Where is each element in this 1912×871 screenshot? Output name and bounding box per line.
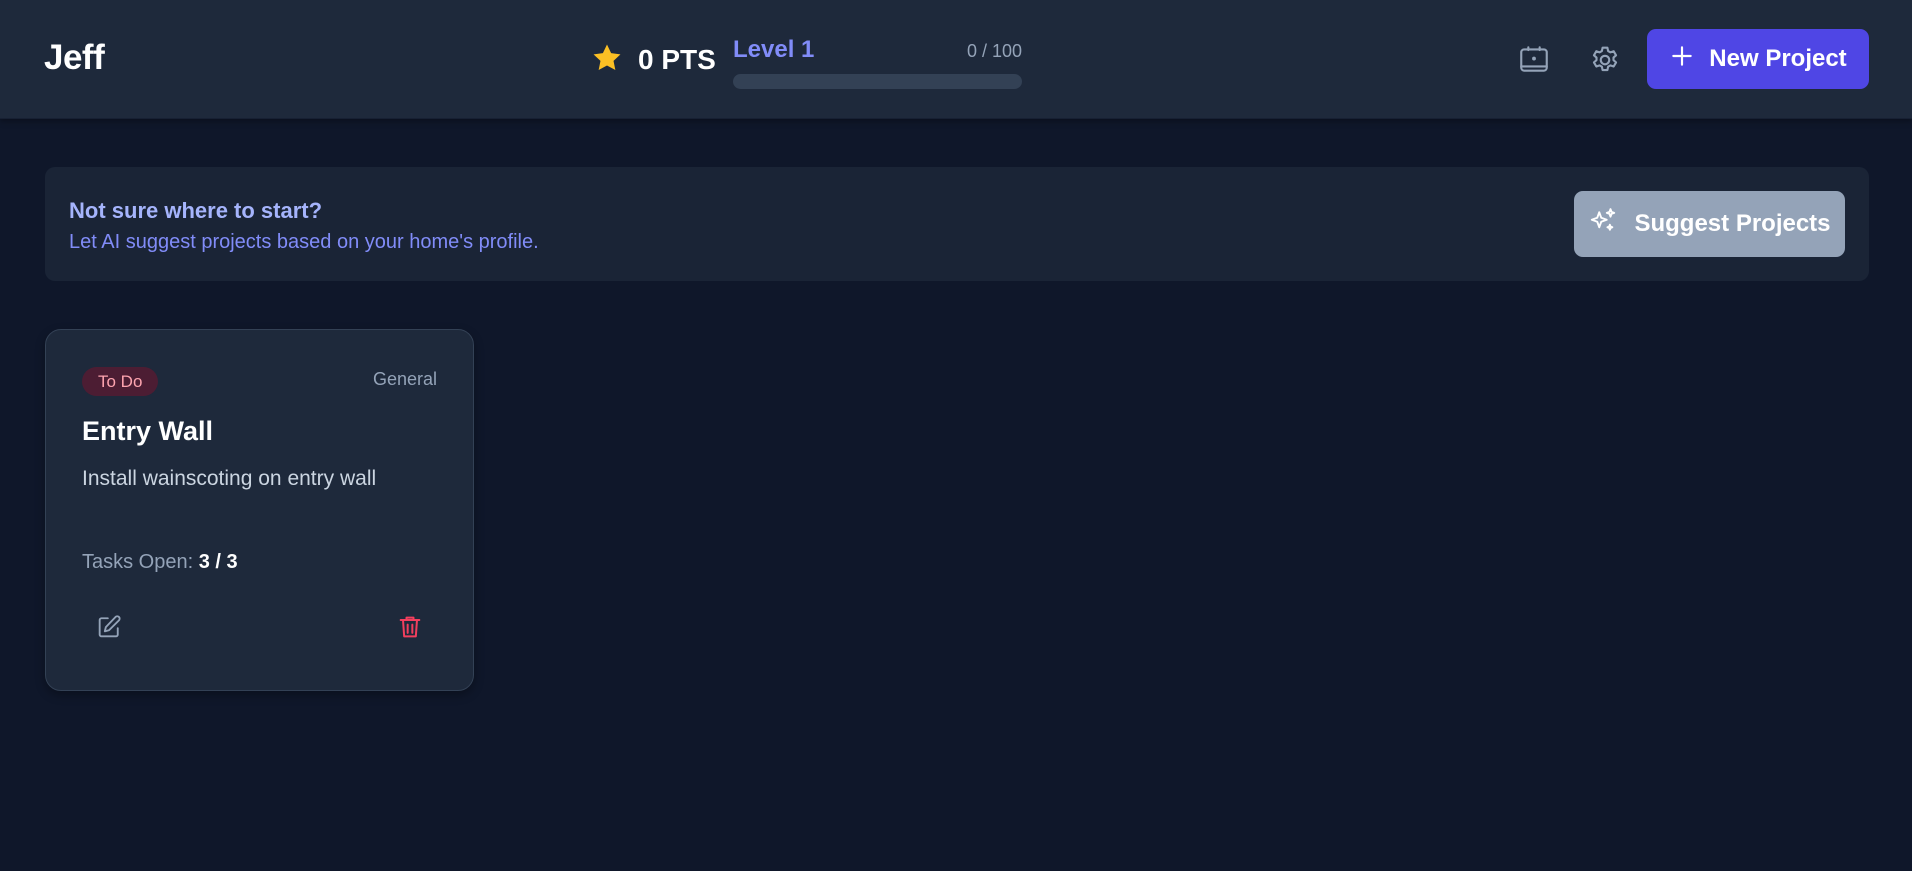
- suggest-projects-label: Suggest Projects: [1634, 210, 1831, 237]
- sparkles-icon: [1588, 206, 1618, 243]
- delete-project-button[interactable]: [388, 607, 432, 651]
- suggest-title: Not sure where to start?: [69, 198, 323, 223]
- tablet-icon: [1517, 43, 1551, 82]
- edit-project-button[interactable]: [87, 607, 131, 651]
- new-project-button[interactable]: New Project: [1647, 29, 1869, 89]
- suggest-projects-button[interactable]: Suggest Projects: [1574, 191, 1845, 257]
- plus-icon: [1669, 43, 1695, 76]
- project-card[interactable]: To Do General Entry Wall Install wainsco…: [45, 329, 474, 691]
- level-progress: Level 1 0 / 100: [733, 36, 1022, 89]
- tasks-count: 3 / 3: [198, 551, 238, 573]
- star-icon: [590, 41, 624, 80]
- level-progress-text: 0 / 100: [966, 41, 1022, 61]
- points-display: 0 PTS: [590, 40, 716, 80]
- device-button[interactable]: [1512, 40, 1556, 84]
- tasks-open: Tasks Open: 3 / 3: [82, 551, 238, 574]
- gear-icon: [1588, 43, 1622, 82]
- project-description: Install wainscoting on entry wall: [82, 467, 377, 490]
- trash-icon: [396, 613, 424, 646]
- level-progress-bar: [733, 74, 1022, 89]
- suggest-projects-banner: Not sure where to start? Let AI suggest …: [45, 167, 1869, 281]
- edit-icon: [95, 613, 123, 646]
- level-label: Level 1: [733, 36, 815, 63]
- settings-button[interactable]: [1583, 40, 1627, 84]
- project-title: Entry Wall: [82, 416, 214, 446]
- user-name: Jeff: [44, 38, 105, 77]
- new-project-label: New Project: [1709, 45, 1847, 72]
- status-badge: To Do: [82, 367, 159, 396]
- project-category: General: [372, 369, 437, 389]
- points-label: 0 PTS: [638, 44, 716, 75]
- tasks-label: Tasks Open:: [82, 551, 194, 573]
- top-header: Jeff 0 PTS Level 1 0 / 100 New Project: [0, 0, 1912, 119]
- suggest-subtitle: Let AI suggest projects based on your ho…: [69, 231, 539, 253]
